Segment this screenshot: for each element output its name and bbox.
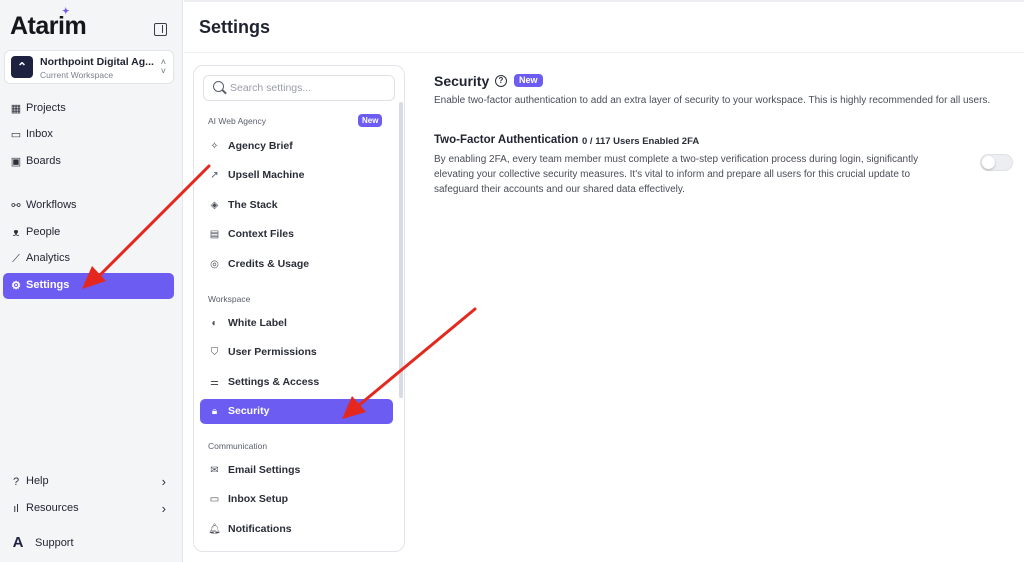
menu-item-label: Notifications [228,523,292,535]
support-logo-icon[interactable]: A [8,533,28,553]
sidebar-item-label: Workflows [26,199,77,211]
menu-item-label: Upsell Machine [228,169,305,181]
sidebar-item-resources[interactable]: ıl Resources › [3,496,174,522]
menu-item-user-permissions[interactable]: ⛉ User Permissions [200,340,393,365]
menu-item-label: Agency Brief [228,140,293,152]
bell-icon: 🔔︎ [208,524,221,535]
workspace-name: Northpoint Digital Ag... [40,56,154,68]
menu-item-context-files[interactable]: ▤ Context Files [200,222,393,247]
menu-item-credits-usage[interactable]: ◎ Credits & Usage [200,252,393,277]
section-title: Security [434,73,490,89]
coins-icon: ◎ [210,259,219,270]
logo-star-icon: ✦ [62,6,70,16]
menu-item-email-settings[interactable]: ✉ Email Settings [200,458,393,483]
help-circle-icon[interactable]: ? [495,75,507,87]
chart-icon: ⟋ [12,253,20,265]
menu-item-white-label[interactable]: ◐ White Label [200,311,393,336]
sidebar-item-label: Resources [26,502,79,514]
tfa-toggle[interactable] [980,154,1013,171]
menu-item-label: Credits & Usage [228,258,310,270]
menu-item-notifications[interactable]: 🔔︎ Notifications [200,517,393,542]
menu-item-security[interactable]: 🔒︎ Security [200,399,393,424]
chevron-updown-icon: ˄ ˅ [160,57,166,76]
section-description: Enable two-factor authentication to add … [434,95,991,106]
new-badge: New [514,74,543,87]
chevron-right-icon: › [161,474,166,489]
menu-item-label: Settings & Access [228,376,320,388]
menu-item-label: Email Settings [228,464,301,476]
menu-item-label: User Permissions [228,346,317,358]
settings-menu: AI Web Agency New ✧ Agency Brief ↗ Upsel… [193,65,405,552]
sidebar-item-projects[interactable]: ▦ Projects [3,96,174,122]
board-icon: ▣ [10,156,22,168]
tfa-user-count: 0 / 117 Users Enabled 2FA [582,136,700,147]
sidebar-item-label: Projects [26,102,66,114]
menu-item-the-stack[interactable]: ◈ The Stack [200,193,393,218]
menu-item-settings-access[interactable]: ⚌ Settings & Access [200,370,393,395]
workspace-avatar: ⌃ [11,56,33,78]
bar-icon: ıl [13,503,19,515]
search-box[interactable] [203,75,395,101]
sidebar-item-people[interactable]: ᴥ People [3,220,174,246]
new-badge: New [358,114,383,127]
toggle-knob [982,156,995,169]
sidebar-item-label: Analytics [26,252,71,264]
chevron-right-icon: › [161,501,166,516]
page-title: Settings [199,17,271,37]
collapse-sidebar-icon[interactable] [154,23,167,36]
sidebar-item-label: People [26,226,61,238]
top-divider [184,0,1024,2]
menu-item-upsell-machine[interactable]: ↗ Upsell Machine [200,163,393,188]
person-icon: ᴥ [12,227,20,239]
inbox-icon: ▭ [10,129,22,141]
menu-item-agency-brief[interactable]: ✧ Agency Brief [200,134,393,159]
file-icon: ▤ [209,229,220,240]
mail-icon: ✉ [210,465,219,476]
menu-item-label: White Label [228,317,287,329]
menu-item-label: The Stack [228,199,278,211]
help-circle-icon: ? [12,476,20,488]
sidebar-item-label: Settings [26,279,70,291]
tfa-description: By enabling 2FA, every team member must … [434,154,919,195]
sidebar-item-label: Inbox [26,128,53,140]
sidebar-item-label: Help [26,475,49,487]
sidebar-item-inbox[interactable]: ▭ Inbox [3,122,174,148]
menu-scrollbar[interactable] [399,102,403,398]
support-link[interactable]: Support [35,537,74,549]
workspace-subtitle: Current Workspace [40,70,114,80]
tfa-title: Two-Factor Authentication [434,134,579,146]
section-label-communication: Communication [208,441,268,451]
workflow-icon: ⚯ [11,200,21,212]
menu-item-label: Security [228,405,270,417]
lock-icon: 🔒︎ [211,406,218,417]
menu-item-label: Inbox Setup [228,493,289,505]
menu-item-label: Context Files [228,228,294,240]
sliders-icon: ⚌ [210,377,219,388]
section-label-ai-web-agency: AI Web Agency [208,116,266,126]
app-logo[interactable]: Atarim ✦ [10,6,87,41]
shield-icon: ⛉ [210,347,219,358]
inbox-icon: ▭ [209,494,220,505]
search-input[interactable] [230,79,390,97]
sidebar-item-settings[interactable]: ⚙ Settings [3,273,174,299]
sidebar-item-analytics[interactable]: ⟋ Analytics [3,246,174,272]
layers-icon: ◈ [210,200,219,211]
search-icon [213,81,224,92]
sidebar: Atarim ✦ ⌃ Northpoint Digital Ag... Curre… [0,0,183,562]
sidebar-item-boards[interactable]: ▣ Boards [3,149,174,175]
sidebar-item-workflows[interactable]: ⚯ Workflows [3,193,174,219]
workspace-switcher[interactable]: ⌃ Northpoint Digital Ag... Current Works… [4,50,174,84]
gear-icon: ⚙ [11,280,21,292]
header-divider [184,52,1024,53]
trend-icon: ↗ [210,170,219,181]
menu-item-inbox-setup[interactable]: ▭ Inbox Setup [200,487,393,512]
sparkle-icon: ✧ [210,141,219,152]
sidebar-item-label: Boards [26,155,61,167]
grid-icon: ▦ [10,103,22,115]
sidebar-item-help[interactable]: ? Help › [3,469,174,495]
palette-icon: ◐ [211,318,218,329]
section-label-workspace: Workspace [208,294,251,304]
